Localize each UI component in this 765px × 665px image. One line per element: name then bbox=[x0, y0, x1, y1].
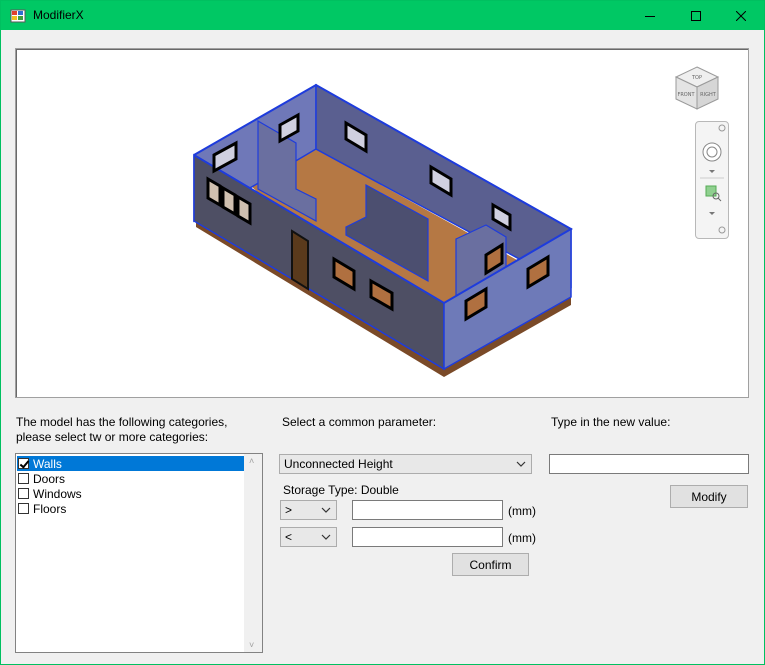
chevron-down-icon bbox=[516, 461, 526, 467]
filter1-value-input[interactable] bbox=[352, 500, 503, 520]
steering-wheel-icon[interactable] bbox=[702, 142, 722, 173]
app-window: ModifierX TOP FRONT RIGHT The model has … bbox=[0, 0, 765, 665]
list-item-label: Walls bbox=[33, 456, 62, 471]
scroll-down-icon[interactable]: ˅ bbox=[249, 640, 254, 650]
close-navbar-icon[interactable] bbox=[718, 124, 726, 132]
viewcube-front-label: FRONT bbox=[677, 92, 695, 98]
app-icon bbox=[10, 9, 26, 23]
modify-button[interactable]: Modify bbox=[670, 485, 748, 508]
close-button[interactable] bbox=[718, 1, 764, 30]
list-item-label: Windows bbox=[33, 486, 82, 501]
filter2-value-input[interactable] bbox=[352, 527, 503, 547]
categories-checklist[interactable]: Walls Doors Windows Floors ˄ ˅ bbox=[15, 453, 263, 653]
filter2-operator-dropdown[interactable]: < bbox=[280, 527, 337, 547]
categories-prompt-line1: The model has the following categories, bbox=[16, 415, 228, 429]
filter1-operator-dropdown[interactable]: > bbox=[280, 500, 337, 520]
list-item-doors[interactable]: Doors bbox=[17, 471, 244, 486]
new-value-input[interactable] bbox=[549, 454, 749, 474]
list-item-windows[interactable]: Windows bbox=[17, 486, 244, 501]
viewcube-top-label: TOP bbox=[691, 75, 702, 81]
title-bar[interactable]: ModifierX bbox=[1, 1, 764, 30]
categories-prompt-line2: please select tw or more categories: bbox=[16, 430, 209, 444]
confirm-button[interactable]: Confirm bbox=[452, 553, 529, 576]
parameter-selected-value: Unconnected Height bbox=[284, 457, 393, 471]
filter1-operator-value: > bbox=[285, 503, 293, 517]
view-cube[interactable]: TOP FRONT RIGHT bbox=[672, 63, 722, 113]
viewcube-right-label: RIGHT bbox=[700, 92, 717, 98]
chevron-down-icon bbox=[321, 507, 331, 513]
maximize-button[interactable] bbox=[673, 1, 719, 30]
zoom-region-icon[interactable] bbox=[705, 185, 722, 215]
floors-checkbox[interactable] bbox=[18, 503, 29, 514]
doors-checkbox[interactable] bbox=[18, 473, 29, 484]
new-value-prompt: Type in the new value: bbox=[551, 415, 671, 429]
minimize-button[interactable] bbox=[627, 1, 673, 30]
house-model-3d bbox=[193, 83, 574, 377]
filter2-unit-label: (mm) bbox=[508, 531, 536, 545]
filter2-operator-value: < bbox=[285, 530, 293, 544]
navigation-bar bbox=[695, 121, 729, 239]
list-item-label: Floors bbox=[33, 501, 67, 516]
list-item-walls[interactable]: Walls bbox=[17, 456, 244, 471]
navbar-options-icon[interactable] bbox=[718, 226, 726, 234]
model-viewport[interactable]: TOP FRONT RIGHT bbox=[15, 48, 749, 398]
list-item-floors[interactable]: Floors bbox=[17, 501, 244, 516]
close-icon bbox=[736, 10, 746, 21]
scroll-up-icon[interactable]: ˄ bbox=[249, 456, 254, 466]
list-item-label: Doors bbox=[33, 471, 66, 486]
vertical-scrollbar[interactable]: ˄ ˅ bbox=[244, 454, 262, 652]
parameter-dropdown[interactable]: Unconnected Height bbox=[279, 454, 532, 474]
window-title: ModifierX bbox=[33, 8, 84, 22]
parameter-prompt: Select a common parameter: bbox=[282, 415, 437, 429]
storage-type-label: Storage Type: Double bbox=[283, 483, 399, 497]
chevron-down-icon bbox=[321, 534, 331, 540]
windows-checkbox[interactable] bbox=[18, 488, 29, 499]
walls-checkbox[interactable] bbox=[18, 458, 29, 469]
minimize-icon bbox=[645, 15, 655, 17]
filter1-unit-label: (mm) bbox=[508, 504, 536, 518]
maximize-icon bbox=[691, 10, 701, 21]
